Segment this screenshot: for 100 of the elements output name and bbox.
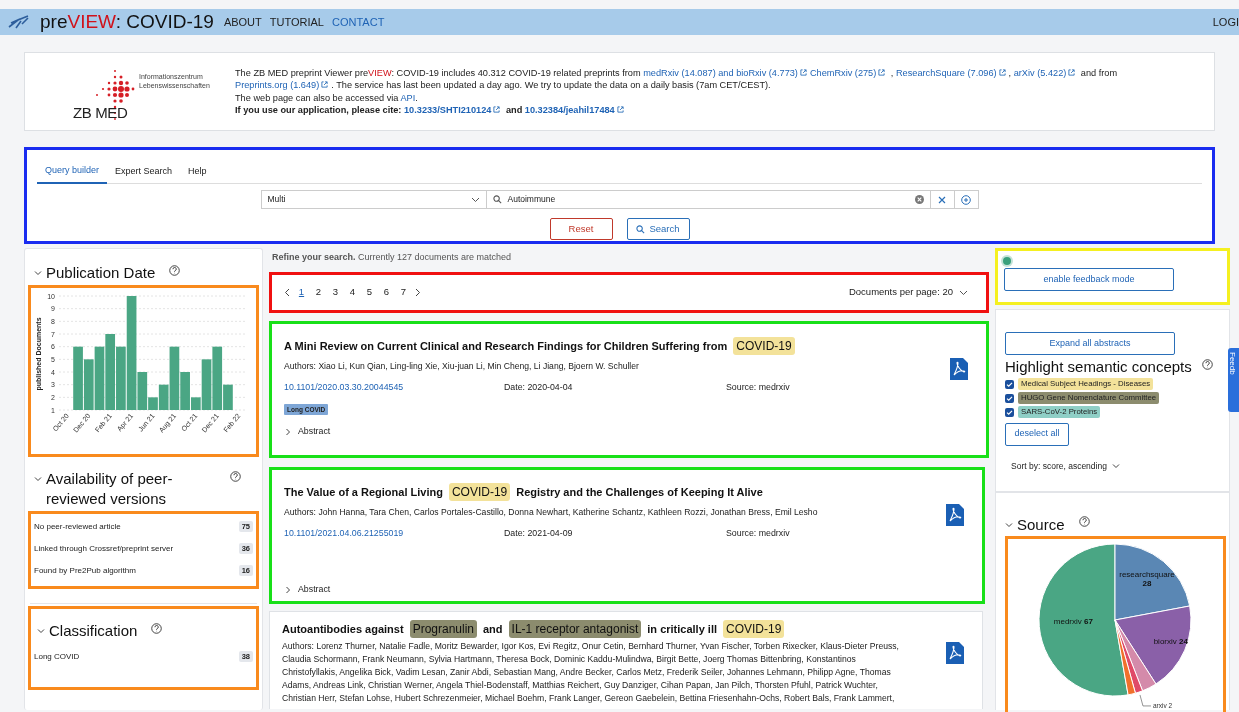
sort-select[interactable]: Sort by: score, ascending <box>1011 459 1107 473</box>
slice-label: medrxiv 67 <box>1053 616 1093 626</box>
histogram-bar[interactable] <box>169 346 180 410</box>
histogram-bar[interactable] <box>190 397 201 410</box>
logo-dots-icon <box>95 68 137 121</box>
pdf-icon[interactable] <box>946 504 964 526</box>
chevron-down-icon[interactable] <box>959 289 968 296</box>
histogram-bar[interactable] <box>137 372 148 410</box>
paper-title[interactable]: A Mini Review on Current Clinical and Research Findings for Children Suffering from COVID-19 <box>284 336 974 356</box>
help-icon[interactable] <box>1078 516 1090 527</box>
next-icon[interactable] <box>415 288 421 297</box>
leader-line <box>1139 694 1152 707</box>
info-text: If you use our application, please cite: 10.3233/SHTI210124 and 10.32384/jeahil17484 <box>235 104 1200 117</box>
facet-title: Availability of peer-reviewed versions <box>46 469 174 509</box>
external-link-icon <box>616 106 624 113</box>
page-link[interactable]: 7 <box>396 285 411 300</box>
pdf-icon[interactable] <box>950 358 968 380</box>
info-link[interactable]: ChemRxiv (275) <box>809 67 889 78</box>
logo-text: ZB MED <box>73 104 128 121</box>
doi-link[interactable]: 10.1101/2021.04.06.21255019 <box>284 527 504 541</box>
histogram-bar[interactable] <box>94 346 105 410</box>
app-title[interactable]: preVIEW: COVID-19 <box>40 7 214 37</box>
clear-icon[interactable] <box>914 195 924 204</box>
abstract-toggle[interactable]: Abstract <box>298 425 331 439</box>
nav-link[interactable]: CONTACT <box>332 13 385 31</box>
paper-title[interactable]: The Value of a Regional Living COVID-19 Registry and the Challenges of Keeping It Alive <box>284 482 970 502</box>
logo-icon <box>8 15 30 29</box>
info-link[interactable]: 10.3233/SHTI210124 <box>404 105 504 115</box>
pie-slice[interactable] <box>1114 543 1191 621</box>
result-summary: Refine your search. Currently 127 documents are matched <box>271 251 513 264</box>
search-input[interactable]: Autoimmune <box>486 190 931 209</box>
checkbox[interactable] <box>1005 407 1014 417</box>
facet-title: Classification <box>49 621 138 641</box>
chevron-down-icon <box>470 196 480 203</box>
help-icon[interactable] <box>169 265 181 276</box>
close-icon[interactable] <box>938 195 946 204</box>
add-icon[interactable] <box>961 194 971 205</box>
login-link[interactable]: LOGI <box>1212 13 1239 31</box>
nav-link[interactable]: TUTORIAL <box>269 13 324 31</box>
page-link[interactable]: 5 <box>362 285 377 300</box>
per-page-select[interactable]: Documents per page: 20 <box>848 285 953 300</box>
slice-label: researchsquare 28 <box>1119 570 1175 589</box>
pie-slice[interactable] <box>1114 619 1136 696</box>
histogram-bar[interactable] <box>83 359 94 410</box>
help-icon[interactable] <box>1201 359 1213 371</box>
paper-title[interactable]: Autoantibodies against Progranulin and IL-1 receptor antagonist in critically ill COVID-19 <box>282 619 970 639</box>
publication-date: Date: 2021-04-09 <box>504 527 574 540</box>
pdf-icon[interactable] <box>946 642 964 664</box>
facet-option[interactable]: Linked through Crossref/preprint server <box>34 542 174 555</box>
page-link[interactable]: 4 <box>345 285 360 300</box>
source-label: Source: medrxiv <box>726 381 790 394</box>
facet-option[interactable]: Long COVID <box>34 650 80 663</box>
previous-icon[interactable] <box>284 288 290 297</box>
external-link-icon <box>493 106 501 113</box>
page-link[interactable]: 2 <box>311 285 326 300</box>
help-icon[interactable] <box>230 471 241 482</box>
slice-label: biorxiv 24 <box>1153 637 1188 647</box>
help-icon[interactable] <box>151 623 163 634</box>
histogram-bar[interactable] <box>126 296 137 410</box>
checkbox[interactable] <box>1005 379 1014 389</box>
histogram-bar[interactable] <box>201 359 212 410</box>
external-link-icon <box>799 68 807 76</box>
info-link[interactable]: ResearchSquare (7.096) <box>895 67 1009 78</box>
page-link[interactable]: 3 <box>328 285 343 300</box>
reset-button[interactable]: Reset <box>549 218 613 240</box>
expand-abstracts-button[interactable]: Expand all abstracts <box>1005 332 1175 356</box>
external-link-icon <box>998 68 1006 76</box>
info-link[interactable]: 10.32384/jeahil17484 <box>524 105 627 115</box>
deselect-button[interactable]: deselect all <box>1005 422 1069 446</box>
page-link[interactable]: 1 <box>294 285 309 300</box>
doi-link[interactable]: 10.1101/2020.03.30.20044545 <box>284 381 504 395</box>
histogram-bar[interactable] <box>158 384 169 410</box>
facet-title: Publication Date <box>46 263 156 283</box>
field-select[interactable]: Multi <box>260 190 487 209</box>
histogram-bar[interactable] <box>212 346 223 410</box>
facet-title: Source <box>1017 515 1065 535</box>
external-link-icon <box>321 81 329 88</box>
feedback-tab[interactable]: Feedb <box>1228 348 1239 412</box>
search-tab[interactable]: Query builder <box>37 160 108 184</box>
facet-option[interactable]: Found by Pre2Pub algorithm <box>34 564 136 577</box>
publication-date: Date: 2020-04-04 <box>504 381 574 394</box>
pie-slice[interactable] <box>1114 605 1192 685</box>
author-list: Authors: John Hanna, Tara Chen, Carlos Portales-Castillo, Donna Newhart, Katherine Schantz, Kathleen Rozzi, Jonathan Bress, Emil Lesho <box>284 505 909 520</box>
histogram-bar[interactable] <box>105 334 116 410</box>
search-icon <box>492 195 502 204</box>
facet-option[interactable]: No peer-reviewed article <box>34 520 121 533</box>
info-link[interactable]: medRxiv (14.087) and bioRxiv (4.773) <box>643 67 810 78</box>
page-link[interactable]: 6 <box>379 285 394 300</box>
search-tab[interactable]: Help <box>180 160 215 184</box>
nav-link[interactable]: ABOUT <box>223 13 262 31</box>
search-button[interactable]: Search <box>626 218 690 240</box>
feedback-button[interactable]: enable feedback mode <box>1004 268 1174 292</box>
chevron-right-icon[interactable] <box>284 585 292 594</box>
external-link-icon <box>1068 68 1076 76</box>
chevron-right-icon[interactable] <box>284 427 292 436</box>
abstract-toggle[interactable]: Abstract <box>298 583 331 597</box>
search-tab[interactable]: Expert Search <box>107 160 181 184</box>
info-link[interactable]: Preprints.org (1.649) <box>235 80 332 90</box>
checkbox[interactable] <box>1005 393 1014 403</box>
info-link[interactable]: arXiv (5.422) <box>1013 67 1079 78</box>
